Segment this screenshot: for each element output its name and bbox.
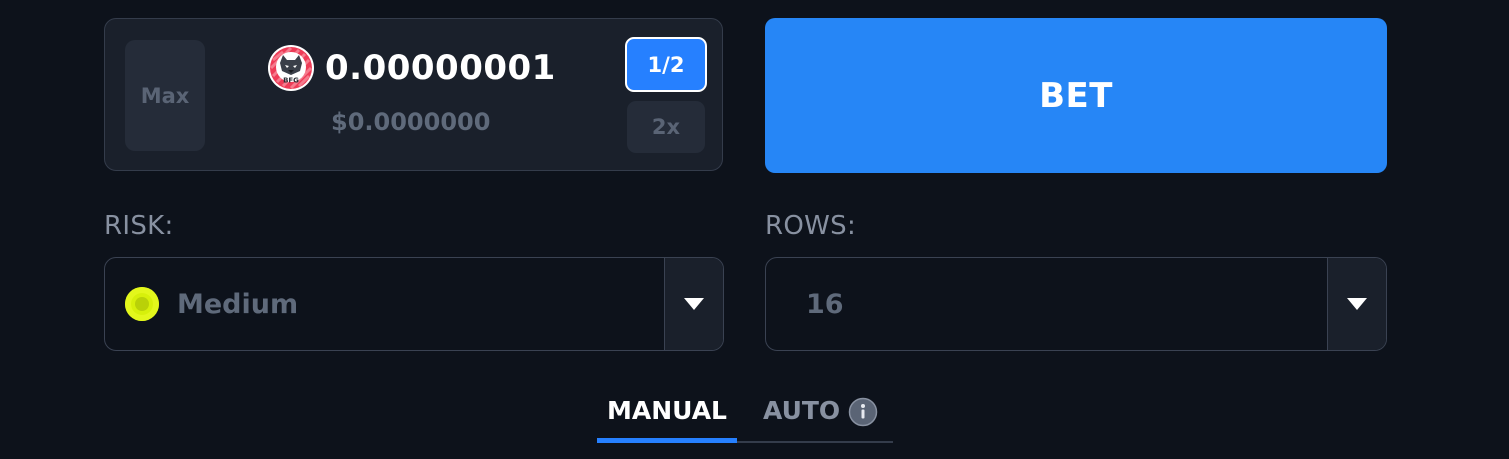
risk-value: Medium <box>177 288 299 320</box>
risk-select-value: Medium <box>125 258 298 350</box>
bet-amount-value[interactable]: 0.00000001 <box>325 48 556 88</box>
tab-manual-label: MANUAL <box>607 396 727 425</box>
active-tab-indicator <box>597 438 737 443</box>
risk-dropdown-toggle[interactable] <box>664 258 723 350</box>
bet-mode-tabs: MANUAL AUTO <box>597 390 893 443</box>
double-bet-button[interactable]: 2x <box>627 101 705 153</box>
rows-select[interactable]: 16 <box>765 257 1387 351</box>
tab-manual[interactable]: MANUAL <box>597 390 737 441</box>
bet-amount-row[interactable]: BFG 0.00000001 <box>267 44 556 92</box>
half-bet-button[interactable]: 1/2 <box>625 37 707 92</box>
bet-button[interactable]: BET <box>765 18 1387 173</box>
coin-text: BFG <box>283 77 299 85</box>
risk-level-dot-icon <box>125 287 159 321</box>
tab-auto[interactable]: AUTO <box>763 390 878 441</box>
usd-equivalent: $0.0000000 <box>331 108 491 136</box>
rows-label: ROWS: <box>765 211 857 241</box>
bfg-coin-icon: BFG <box>268 45 314 91</box>
tab-auto-label: AUTO <box>763 396 841 425</box>
bet-amount-panel: Max BFG 0.00000001 $0.0000000 1/2 2x <box>104 18 723 171</box>
risk-select[interactable]: Medium <box>104 257 724 351</box>
rows-dropdown-toggle[interactable] <box>1327 258 1386 350</box>
rows-value: 16 <box>806 288 844 320</box>
info-icon[interactable] <box>848 397 878 427</box>
chevron-down-icon <box>684 298 704 310</box>
max-button[interactable]: Max <box>125 40 205 151</box>
risk-label: RISK: <box>104 211 174 241</box>
chevron-down-icon <box>1347 298 1367 310</box>
